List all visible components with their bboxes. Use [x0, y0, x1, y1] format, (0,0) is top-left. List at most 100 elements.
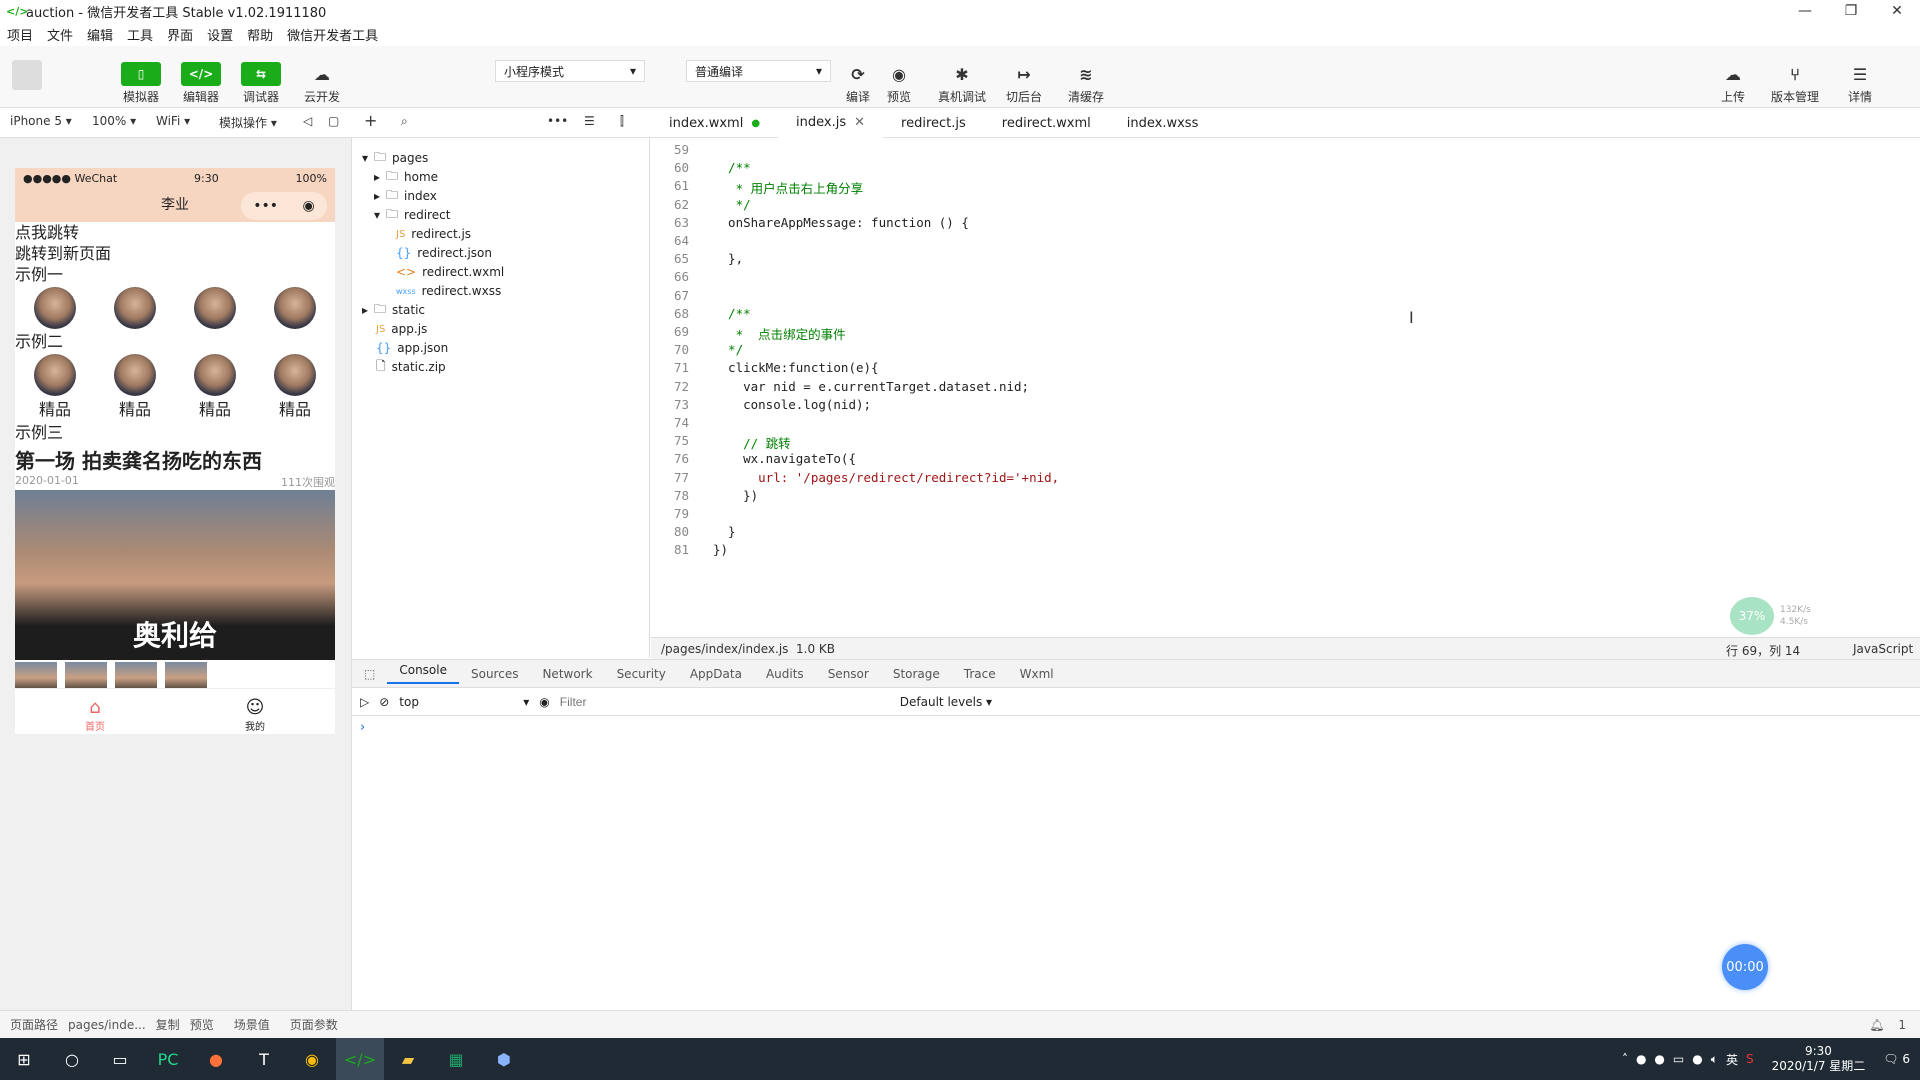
ime-indicator[interactable]: 英 [1726, 1051, 1738, 1068]
firefox-icon[interactable]: ● [192, 1038, 240, 1080]
hero-image[interactable]: 奥利给 [15, 490, 335, 660]
tab-network[interactable]: Network [530, 667, 604, 681]
code-line[interactable]: 77 url: '/pages/redirect/redirect?id='+n… [651, 470, 1059, 488]
auction-headline[interactable]: 第一场 拍卖龚名扬吃的东西 [15, 445, 335, 474]
tab-console[interactable]: Console [387, 663, 459, 684]
user-avatar[interactable] [12, 60, 42, 90]
code-line[interactable]: 81}) [651, 542, 728, 560]
tree-file-redirect-js[interactable]: JS redirect.js [396, 224, 471, 244]
close-tab-icon[interactable]: ✕ [854, 115, 865, 130]
tree-folder-home[interactable]: ▸ 🗀 home [374, 167, 438, 187]
chrome-icon[interactable]: ◉ [288, 1038, 336, 1080]
product-item[interactable]: 精品 [273, 354, 317, 420]
sidebar-toggle-icon[interactable]: ▷ [360, 695, 369, 709]
tree-file-redirect-json[interactable]: {} redirect.json [396, 243, 492, 263]
avatar[interactable] [193, 287, 237, 329]
tray-app-icon[interactable]: S [1746, 1052, 1754, 1066]
code-line[interactable]: 74 [651, 415, 689, 433]
tab-sensor[interactable]: Sensor [816, 667, 881, 681]
menu-project[interactable]: 项目 [0, 25, 40, 44]
minimize-button[interactable]: — [1782, 0, 1828, 22]
code-line[interactable]: 62 */ [651, 197, 751, 215]
tray-app-icon[interactable]: ● [1692, 1052, 1702, 1066]
tree-file-static-zip[interactable]: 🗋 static.zip [376, 357, 446, 377]
task-view-icon[interactable]: ▭ [96, 1038, 144, 1080]
app-hex-icon[interactable]: ⬢ [480, 1038, 528, 1080]
product-item[interactable]: 精品 [193, 354, 237, 420]
avatar[interactable] [33, 287, 77, 329]
tree-file-redirect-wxss[interactable]: wxss redirect.wxss [396, 281, 501, 301]
code-line[interactable]: 69 * 点击绑定的事件 [651, 324, 846, 342]
action-center-icon[interactable]: 🗨︎ 6 [1883, 1052, 1910, 1066]
more-icon[interactable]: ••• [547, 114, 568, 128]
editor-button[interactable]: </> 编辑器 [181, 62, 221, 105]
console-prompt[interactable]: › [352, 716, 1920, 739]
cpu-usage-widget[interactable]: 37% [1730, 597, 1774, 635]
tab-sources[interactable]: Sources [459, 667, 530, 681]
code-editor[interactable]: 59 60 /** 61 * 用户点击右上角分享 62 */63 onShareApp… [651, 138, 1920, 638]
volume-icon[interactable]: ◁ [303, 114, 312, 128]
version-button[interactable]: ⑂ 版本管理 [1771, 62, 1819, 105]
split-icon[interactable]: ⫿ [620, 114, 624, 129]
tree-folder-redirect[interactable]: ▾ 🗀 redirect [374, 205, 450, 225]
menu-help[interactable]: 帮助 [240, 25, 280, 44]
preview-link[interactable]: 预览 [190, 1016, 214, 1033]
more-dots-icon[interactable]: ••• [253, 189, 278, 223]
tab-home[interactable]: ⌂ 首页 [15, 689, 175, 734]
collapse-icon[interactable]: ☰ [584, 114, 595, 128]
menu-edit[interactable]: 编辑 [80, 25, 120, 44]
cursor-position[interactable]: 行 69，列 14 [1726, 642, 1800, 659]
tree-file-redirect-wxml[interactable]: <> redirect.wxml [396, 262, 504, 282]
typora-icon[interactable]: T [240, 1038, 288, 1080]
compile-mode-select[interactable]: 普通编译 ▾ [686, 60, 831, 82]
close-target-icon[interactable]: ◉ [303, 189, 315, 223]
click-jump-link[interactable]: 点我跳转 [15, 222, 335, 243]
tab-redirect-js[interactable]: redirect.js [883, 108, 984, 138]
background-button[interactable]: ↦ 切后台 [1004, 62, 1044, 105]
tray-app-icon[interactable]: ● [1636, 1052, 1646, 1066]
compile-button[interactable]: ⟳ 编译 [838, 62, 878, 105]
inspect-icon[interactable]: ⬚ [352, 667, 387, 681]
code-line[interactable]: 70 */ [651, 342, 743, 360]
tab-redirect-wxml[interactable]: redirect.wxml [984, 108, 1109, 138]
add-file-icon[interactable]: + [364, 111, 377, 130]
menu-tools[interactable]: 工具 [120, 25, 160, 44]
code-line[interactable]: 78 }) [651, 488, 758, 506]
menu-settings[interactable]: 设置 [200, 25, 240, 44]
menu-view[interactable]: 界面 [160, 25, 200, 44]
code-line[interactable]: 73 console.log(nid); [651, 397, 871, 415]
tab-storage[interactable]: Storage [881, 667, 952, 681]
code-line[interactable]: 67 [651, 288, 689, 306]
code-line[interactable]: 80 } [651, 524, 736, 542]
sim-ops-select[interactable]: 模拟操作 ▾ [219, 114, 277, 131]
product-item[interactable]: 精品 [33, 354, 77, 420]
code-line[interactable]: 68 /** [651, 306, 751, 324]
tab-audits[interactable]: Audits [754, 667, 816, 681]
page-params-label[interactable]: 页面参数 [290, 1016, 338, 1033]
clock[interactable]: 9:30 2020/1/7 星期二 [1772, 1044, 1866, 1074]
screen-icon[interactable]: ▢ [328, 114, 339, 128]
code-line[interactable]: 79 [651, 506, 689, 524]
avatar[interactable] [273, 287, 317, 329]
capsule-menu[interactable]: ••• ◉ [241, 192, 327, 220]
tree-folder-static[interactable]: ▸ 🗀 static [362, 300, 425, 320]
tree-folder-index[interactable]: ▸ 🗀 index [374, 186, 437, 206]
recording-timer[interactable]: 00:00 [1722, 944, 1768, 990]
tree-folder-pages[interactable]: ▾ 🗀 pages [362, 148, 428, 168]
product-item[interactable]: 精品 [113, 354, 157, 420]
code-line[interactable]: 66 [651, 269, 689, 287]
tab-appdata[interactable]: AppData [678, 667, 754, 681]
windows-start-icon[interactable]: ⊞ [0, 1038, 48, 1080]
log-levels-select[interactable]: Default levels ▾ [900, 695, 992, 709]
code-line[interactable]: 59 [651, 142, 689, 160]
volume-tray-icon[interactable]: 🔈︎ [1711, 1052, 1718, 1067]
wechat-devtools-task-icon[interactable]: </> [336, 1038, 384, 1080]
simulator-button[interactable]: ▯ 模拟器 [121, 62, 161, 105]
tree-file-app-js[interactable]: JS app.js [376, 319, 427, 339]
tree-file-app-json[interactable]: {} app.json [376, 338, 448, 358]
search-icon[interactable]: ⌕ [401, 114, 408, 129]
menu-wechat-devtools[interactable]: 微信开发者工具 [280, 25, 385, 44]
scene-label[interactable]: 场景值 [234, 1016, 270, 1033]
maximize-button[interactable]: ❐ [1828, 0, 1874, 22]
mode-select[interactable]: 小程序模式 ▾ [495, 60, 645, 82]
